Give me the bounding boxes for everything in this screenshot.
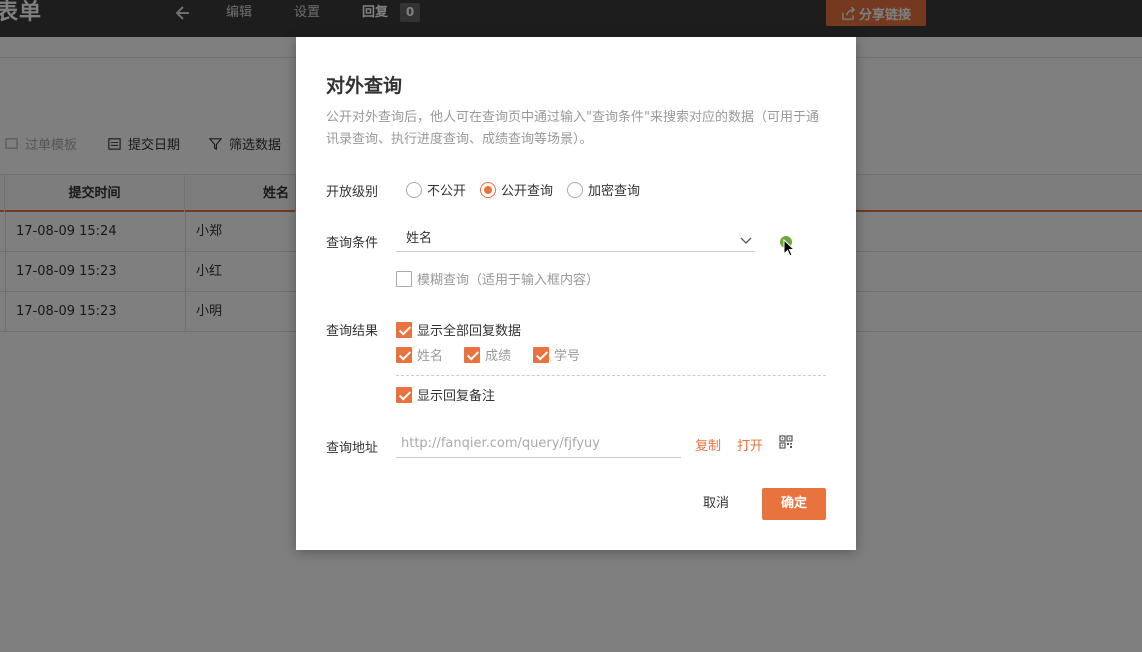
confirm-button[interactable]: 确定 (762, 488, 826, 520)
field-option-student-id[interactable]: 学号 (533, 345, 580, 364)
field-label: 学号 (554, 349, 581, 364)
dialog-description: 公开对外查询后，他人可在查询页中通过输入"查询条件"来搜索对应的数据（可用于通讯… (326, 110, 819, 147)
show-notes-label: 显示回复备注 (417, 389, 496, 404)
mouse-cursor-icon (783, 239, 796, 257)
field-label: 姓名 (417, 349, 444, 364)
radio-label: 加密查询 (588, 184, 641, 199)
field-checkbox[interactable] (464, 346, 480, 363)
public-query-dialog: 对外查询 公开对外查询后，他人可在查询页中通过输入"查询条件"来搜索对应的数据（… (296, 37, 856, 550)
query-result-label: 查询结果 (326, 324, 379, 339)
radio-private[interactable]: 不公开 (406, 180, 466, 199)
show-all-checkbox[interactable] (396, 321, 412, 338)
query-condition-select[interactable]: 姓名 (396, 227, 755, 252)
dialog-title: 对外查询 (326, 75, 403, 97)
radio-button[interactable] (406, 181, 422, 198)
fuzzy-query-checkbox[interactable] (396, 270, 412, 287)
field-label: 成绩 (485, 349, 512, 364)
show-all-label: 显示全部回复数据 (417, 324, 522, 339)
access-level-radio-group: 不公开 公开查询 加密查询 (406, 180, 654, 199)
field-checkbox[interactable] (396, 346, 412, 363)
radio-button[interactable] (480, 181, 497, 198)
fuzzy-query-option[interactable]: 模糊查询（适用于输入框内容） (396, 269, 599, 288)
radio-button[interactable] (567, 181, 584, 198)
query-condition-value: 姓名 (406, 231, 433, 246)
access-level-label: 开放级别 (326, 185, 379, 200)
qr-code-icon[interactable] (779, 435, 793, 449)
copy-link[interactable]: 复制 (695, 435, 721, 454)
field-option-name[interactable]: 姓名 (396, 345, 443, 364)
query-condition-label: 查询条件 (326, 236, 379, 251)
field-option-score[interactable]: 成绩 (464, 345, 511, 364)
radio-label: 不公开 (427, 184, 467, 199)
radio-public[interactable]: 公开查询 (480, 180, 553, 199)
radio-label: 公开查询 (501, 184, 554, 199)
show-notes-checkbox[interactable] (396, 386, 412, 403)
open-link[interactable]: 打开 (737, 435, 763, 454)
query-url-field[interactable]: http://fanqier.com/query/fjfyuy (396, 431, 681, 458)
show-all-option[interactable]: 显示全部回复数据 (396, 320, 521, 339)
chevron-down-icon (740, 237, 752, 244)
fuzzy-query-label: 模糊查询（适用于输入框内容） (417, 273, 600, 288)
cancel-button[interactable]: 取消 (688, 488, 744, 520)
query-url-label: 查询地址 (326, 441, 379, 456)
result-divider (396, 375, 826, 376)
radio-encrypted[interactable]: 加密查询 (567, 180, 640, 199)
field-checkbox[interactable] (533, 346, 549, 363)
show-notes-option[interactable]: 显示回复备注 (396, 385, 495, 404)
